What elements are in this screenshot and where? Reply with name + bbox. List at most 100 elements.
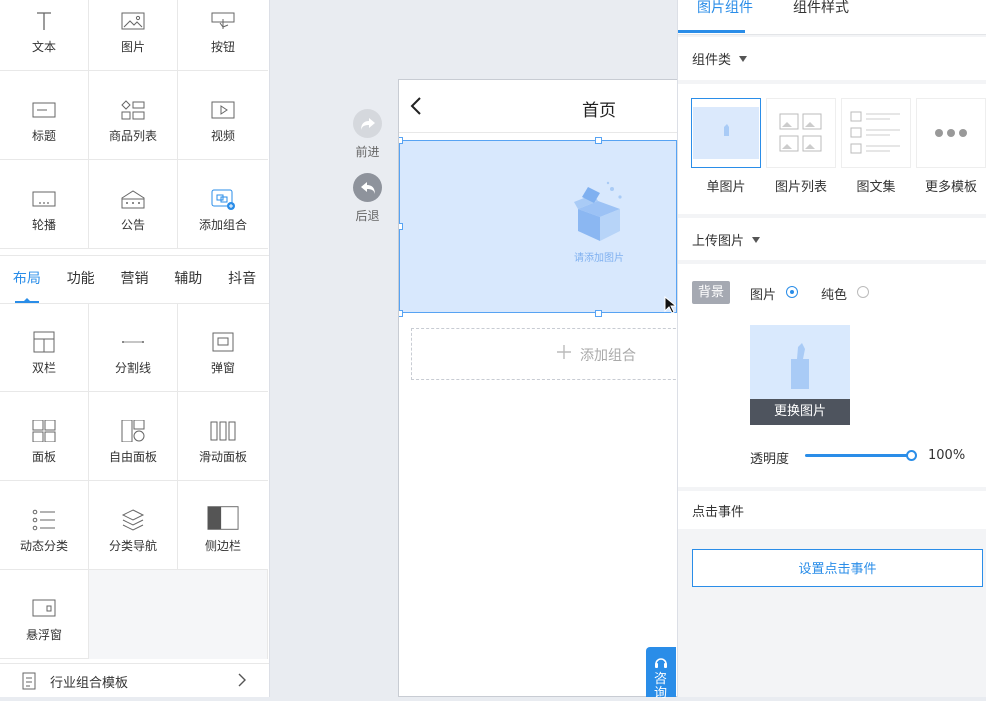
consult-button[interactable]: 咨询 [646, 647, 676, 701]
component-library-panel: 文本 图片 按钮 标题 商品列表 视频 轮播 公告 添加组合 布局 功能 营销 … [0, 0, 270, 697]
industry-template-row[interactable]: 行业组合模板 [0, 663, 269, 698]
dynamic-category-icon [32, 509, 55, 531]
component-label: 弹窗 [210, 361, 235, 375]
component-label: 添加组合 [198, 218, 247, 232]
industry-template-label: 行业组合模板 [50, 675, 129, 691]
replace-image-button[interactable]: 更换图片 [750, 399, 850, 425]
page-title: 首页 [582, 101, 616, 121]
undo-label: 后退 [355, 209, 380, 223]
template-image-list[interactable] [766, 98, 836, 168]
tab-douyin[interactable]: 抖音 [215, 256, 269, 303]
video-icon [211, 101, 235, 119]
component-popup[interactable]: 弹窗 [178, 303, 268, 392]
background-image-thumbnail[interactable]: 更换图片 [750, 325, 850, 425]
property-panel: 图片组件 组件样式 组件类 单图片 图片列表 图文集 更多模板 上传图片 背景 … [677, 0, 986, 697]
component-sidebar[interactable]: 侧边栏 [178, 481, 268, 570]
free-panel-icon [121, 420, 145, 442]
tab-auxiliary[interactable]: 辅助 [161, 256, 215, 303]
component-carousel[interactable]: 轮播 [0, 160, 89, 249]
resize-handle[interactable] [399, 223, 403, 230]
sidebar-icon [207, 506, 239, 530]
undo-icon [353, 173, 382, 202]
phone-header: 首页 [399, 80, 678, 133]
floating-window-icon [32, 599, 56, 617]
tab-image-component[interactable]: 图片组件 [697, 0, 753, 17]
product-list-icon [121, 100, 145, 120]
component-dynamic-category[interactable]: 动态分类 [0, 481, 89, 570]
add-group-icon [211, 189, 235, 210]
two-column-icon [33, 331, 55, 353]
component-label: 动态分类 [19, 539, 68, 553]
tab-marketing[interactable]: 营销 [108, 256, 162, 303]
resize-handle[interactable] [399, 310, 403, 317]
component-add-group[interactable]: 添加组合 [178, 160, 268, 249]
component-two-column[interactable]: 双栏 [0, 303, 89, 392]
component-category-tabs: 布局 功能 营销 辅助 抖音 [0, 255, 269, 304]
mouse-cursor-icon [664, 296, 676, 314]
category-nav-icon [121, 509, 145, 531]
component-label: 分类导航 [108, 539, 157, 553]
component-video[interactable]: 视频 [178, 71, 268, 160]
notice-icon [121, 190, 145, 209]
redo-button[interactable]: 前进 [352, 109, 383, 160]
upload-image-title: 上传图片 [692, 234, 745, 249]
carousel-icon [32, 191, 56, 207]
template-label: 更多模板 [924, 180, 977, 195]
template-list-icon [22, 672, 36, 690]
resize-handle[interactable] [595, 137, 602, 144]
component-free-panel[interactable]: 自由面板 [89, 392, 178, 481]
add-group-dropzone[interactable]: 添加组合 [411, 328, 678, 380]
component-panel[interactable]: 面板 [0, 392, 89, 481]
article-set-thumb-icon [850, 111, 900, 154]
component-button[interactable]: 按钮 [178, 0, 268, 71]
property-tabs: 图片组件 组件样式 [678, 0, 986, 35]
image-list-thumb-icon [779, 113, 822, 152]
component-divider[interactable]: 分割线 [89, 303, 178, 392]
bg-option-color-radio[interactable] [857, 286, 869, 298]
template-label: 单图片 [706, 180, 746, 195]
component-type-section[interactable]: 组件类 [678, 37, 986, 80]
upload-image-section[interactable]: 上传图片 [678, 218, 986, 260]
template-label: 图片列表 [774, 180, 827, 195]
template-more[interactable] [916, 98, 986, 168]
component-category-nav[interactable]: 分类导航 [89, 481, 178, 570]
bg-option-image-label: 图片 [750, 288, 777, 303]
image-icon [121, 12, 145, 30]
add-group-label: 添加组合 [580, 348, 636, 364]
tab-component-style[interactable]: 组件样式 [793, 0, 849, 17]
component-title[interactable]: 标题 [0, 71, 89, 160]
component-label: 图片 [120, 40, 145, 54]
set-click-event-button[interactable]: 设置点击事件 [692, 549, 983, 587]
template-single-image[interactable] [691, 98, 761, 168]
component-notice[interactable]: 公告 [89, 160, 178, 249]
caret-down-icon [739, 56, 748, 62]
button-icon [211, 12, 235, 29]
template-label: 图文集 [856, 180, 896, 195]
component-sliding-panel[interactable]: 滑动面板 [178, 392, 268, 481]
resize-handle[interactable] [399, 137, 403, 144]
text-icon [37, 12, 51, 30]
component-floating-window[interactable]: 悬浮窗 [0, 570, 89, 659]
single-image-thumb-icon [693, 107, 759, 159]
opacity-slider-knob[interactable] [906, 450, 917, 461]
opacity-slider-track[interactable] [805, 454, 911, 457]
background-label: 背景 [692, 281, 730, 304]
tab-layout[interactable]: 布局 [0, 256, 54, 303]
component-label: 侧边栏 [204, 539, 241, 553]
bg-option-image-radio[interactable] [786, 286, 798, 298]
active-tab-indicator [678, 30, 745, 33]
image-placeholder-text: 请添加图片 [574, 253, 624, 264]
selected-image-component[interactable]: 请添加图片 [399, 140, 677, 313]
component-text[interactable]: 文本 [0, 0, 89, 71]
sliding-panel-icon [210, 421, 236, 441]
click-event-section: 点击事件 [678, 491, 986, 529]
undo-button[interactable]: 后退 [352, 173, 383, 224]
resize-handle[interactable] [595, 310, 602, 317]
component-label: 视频 [210, 129, 235, 143]
component-product-list[interactable]: 商品列表 [89, 71, 178, 160]
template-article-set[interactable] [841, 98, 911, 168]
tab-function[interactable]: 功能 [54, 256, 108, 303]
component-type-title: 组件类 [692, 53, 732, 68]
image-placeholder-icon [791, 343, 809, 389]
component-image[interactable]: 图片 [89, 0, 178, 71]
